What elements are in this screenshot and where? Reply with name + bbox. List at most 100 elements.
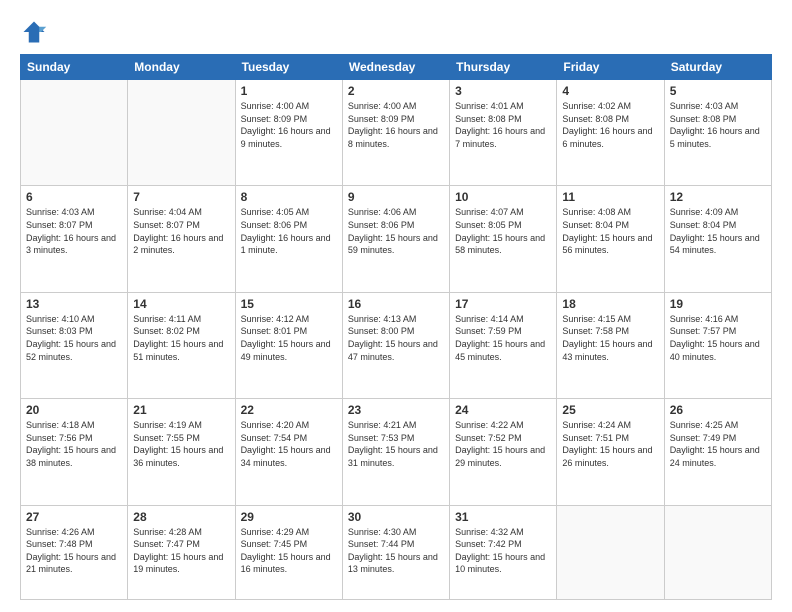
calendar-cell: 19 Sunrise: 4:16 AM Sunset: 7:57 PM Dayli… [664, 292, 771, 398]
day-info: Sunrise: 4:02 AM Sunset: 8:08 PM Dayligh… [562, 100, 658, 150]
day-number: 12 [670, 190, 766, 204]
day-info: Sunrise: 4:24 AM Sunset: 7:51 PM Dayligh… [562, 419, 658, 469]
day-info: Sunrise: 4:14 AM Sunset: 7:59 PM Dayligh… [455, 313, 551, 363]
day-number: 1 [241, 84, 337, 98]
calendar-cell: 21 Sunrise: 4:19 AM Sunset: 7:55 PM Dayli… [128, 399, 235, 505]
calendar-cell [664, 505, 771, 599]
calendar-cell: 17 Sunrise: 4:14 AM Sunset: 7:59 PM Dayli… [450, 292, 557, 398]
weekday-header-wednesday: Wednesday [342, 55, 449, 80]
calendar-cell: 9 Sunrise: 4:06 AM Sunset: 8:06 PM Daylig… [342, 186, 449, 292]
calendar-cell: 16Sunrise: 4:13 AM Sunset: 8:00 PM Dayli… [342, 292, 449, 398]
day-info: Sunrise: 4:16 AM Sunset: 7:57 PM Dayligh… [670, 313, 766, 363]
day-info: Sunrise: 4:08 AM Sunset: 8:04 PM Dayligh… [562, 206, 658, 256]
day-info: Sunrise: 4:03 AM Sunset: 8:07 PM Dayligh… [26, 206, 122, 256]
day-info: Sunrise: 4:07 AM Sunset: 8:05 PM Dayligh… [455, 206, 551, 256]
day-info: Sunrise: 4:06 AM Sunset: 8:06 PM Dayligh… [348, 206, 444, 256]
day-number: 2 [348, 84, 444, 98]
header [20, 18, 772, 46]
day-number: 23 [348, 403, 444, 417]
calendar-cell: 15Sunrise: 4:12 AM Sunset: 8:01 PM Dayli… [235, 292, 342, 398]
day-info: Sunrise: 4:25 AM Sunset: 7:49 PM Dayligh… [670, 419, 766, 469]
day-info: Sunrise: 4:21 AM Sunset: 7:53 PM Dayligh… [348, 419, 444, 469]
day-info: Sunrise: 4:30 AM Sunset: 7:44 PM Dayligh… [348, 526, 444, 576]
day-info: Sunrise: 4:19 AM Sunset: 7:55 PM Dayligh… [133, 419, 229, 469]
day-number: 30 [348, 510, 444, 524]
day-number: 20 [26, 403, 122, 417]
weekday-header-monday: Monday [128, 55, 235, 80]
day-number: 22 [241, 403, 337, 417]
day-info: Sunrise: 4:29 AM Sunset: 7:45 PM Dayligh… [241, 526, 337, 576]
day-info: Sunrise: 4:00 AM Sunset: 8:09 PM Dayligh… [241, 100, 337, 150]
calendar-cell: 27 Sunrise: 4:26 AM Sunset: 7:48 PM Dayli… [21, 505, 128, 599]
calendar-cell: 6 Sunrise: 4:03 AM Sunset: 8:07 PM Daylig… [21, 186, 128, 292]
calendar-cell: 3 Sunrise: 4:01 AM Sunset: 8:08 PM Daylig… [450, 80, 557, 186]
calendar-cell: 28Sunrise: 4:28 AM Sunset: 7:47 PM Dayli… [128, 505, 235, 599]
day-number: 19 [670, 297, 766, 311]
day-number: 26 [670, 403, 766, 417]
calendar-cell [128, 80, 235, 186]
day-info: Sunrise: 4:15 AM Sunset: 7:58 PM Dayligh… [562, 313, 658, 363]
calendar-week-1: 6 Sunrise: 4:03 AM Sunset: 8:07 PM Daylig… [21, 186, 772, 292]
day-info: Sunrise: 4:22 AM Sunset: 7:52 PM Dayligh… [455, 419, 551, 469]
day-number: 10 [455, 190, 551, 204]
day-info: Sunrise: 4:04 AM Sunset: 8:07 PM Dayligh… [133, 206, 229, 256]
day-info: Sunrise: 4:05 AM Sunset: 8:06 PM Dayligh… [241, 206, 337, 256]
day-info: Sunrise: 4:11 AM Sunset: 8:02 PM Dayligh… [133, 313, 229, 363]
calendar-cell: 1 Sunrise: 4:00 AM Sunset: 8:09 PM Daylig… [235, 80, 342, 186]
day-info: Sunrise: 4:01 AM Sunset: 8:08 PM Dayligh… [455, 100, 551, 150]
calendar-cell: 10 Sunrise: 4:07 AM Sunset: 8:05 PM Dayli… [450, 186, 557, 292]
day-info: Sunrise: 4:00 AM Sunset: 8:09 PM Dayligh… [348, 100, 444, 150]
day-info: Sunrise: 4:28 AM Sunset: 7:47 PM Dayligh… [133, 526, 229, 576]
day-number: 29 [241, 510, 337, 524]
calendar-cell: 5 Sunrise: 4:03 AM Sunset: 8:08 PM Daylig… [664, 80, 771, 186]
day-number: 7 [133, 190, 229, 204]
day-number: 4 [562, 84, 658, 98]
day-number: 18 [562, 297, 658, 311]
day-number: 14 [133, 297, 229, 311]
weekday-header-thursday: Thursday [450, 55, 557, 80]
day-number: 24 [455, 403, 551, 417]
calendar-cell [557, 505, 664, 599]
day-number: 8 [241, 190, 337, 204]
calendar-cell: 24 Sunrise: 4:22 AM Sunset: 7:52 PM Dayli… [450, 399, 557, 505]
calendar-cell: 30 Sunrise: 4:30 AM Sunset: 7:44 PM Dayli… [342, 505, 449, 599]
day-number: 25 [562, 403, 658, 417]
calendar-cell: 23 Sunrise: 4:21 AM Sunset: 7:53 PM Dayli… [342, 399, 449, 505]
day-number: 13 [26, 297, 122, 311]
weekday-header-sunday: Sunday [21, 55, 128, 80]
calendar-cell: 22Sunrise: 4:20 AM Sunset: 7:54 PM Dayli… [235, 399, 342, 505]
day-number: 9 [348, 190, 444, 204]
page: SundayMondayTuesdayWednesdayThursdayFrid… [0, 0, 792, 612]
calendar-cell: 26 Sunrise: 4:25 AM Sunset: 7:49 PM Dayli… [664, 399, 771, 505]
day-info: Sunrise: 4:10 AM Sunset: 8:03 PM Dayligh… [26, 313, 122, 363]
calendar-cell: 13 Sunrise: 4:10 AM Sunset: 8:03 PM Dayli… [21, 292, 128, 398]
day-number: 3 [455, 84, 551, 98]
calendar-cell: 8 Sunrise: 4:05 AM Sunset: 8:06 PM Daylig… [235, 186, 342, 292]
weekday-header-row: SundayMondayTuesdayWednesdayThursdayFrid… [21, 55, 772, 80]
calendar-cell: 18 Sunrise: 4:15 AM Sunset: 7:58 PM Dayli… [557, 292, 664, 398]
day-info: Sunrise: 4:32 AM Sunset: 7:42 PM Dayligh… [455, 526, 551, 576]
day-number: 17 [455, 297, 551, 311]
day-info: Sunrise: 4:03 AM Sunset: 8:08 PM Dayligh… [670, 100, 766, 150]
day-info: Sunrise: 4:12 AM Sunset: 8:01 PM Dayligh… [241, 313, 337, 363]
calendar-cell: 31 Sunrise: 4:32 AM Sunset: 7:42 PM Dayli… [450, 505, 557, 599]
calendar: SundayMondayTuesdayWednesdayThursdayFrid… [20, 54, 772, 600]
day-number: 6 [26, 190, 122, 204]
day-number: 31 [455, 510, 551, 524]
day-number: 21 [133, 403, 229, 417]
calendar-week-2: 13 Sunrise: 4:10 AM Sunset: 8:03 PM Dayli… [21, 292, 772, 398]
weekday-header-saturday: Saturday [664, 55, 771, 80]
calendar-cell: 2 Sunrise: 4:00 AM Sunset: 8:09 PM Daylig… [342, 80, 449, 186]
logo [20, 18, 52, 46]
calendar-cell [21, 80, 128, 186]
day-info: Sunrise: 4:13 AM Sunset: 8:00 PM Dayligh… [348, 313, 444, 363]
day-number: 5 [670, 84, 766, 98]
calendar-cell: 7 Sunrise: 4:04 AM Sunset: 8:07 PM Daylig… [128, 186, 235, 292]
calendar-cell: 4 Sunrise: 4:02 AM Sunset: 8:08 PM Daylig… [557, 80, 664, 186]
calendar-cell: 11Sunrise: 4:08 AM Sunset: 8:04 PM Dayli… [557, 186, 664, 292]
calendar-cell: 20Sunrise: 4:18 AM Sunset: 7:56 PM Dayli… [21, 399, 128, 505]
day-number: 27 [26, 510, 122, 524]
day-info: Sunrise: 4:26 AM Sunset: 7:48 PM Dayligh… [26, 526, 122, 576]
weekday-header-tuesday: Tuesday [235, 55, 342, 80]
calendar-cell: 12Sunrise: 4:09 AM Sunset: 8:04 PM Dayli… [664, 186, 771, 292]
